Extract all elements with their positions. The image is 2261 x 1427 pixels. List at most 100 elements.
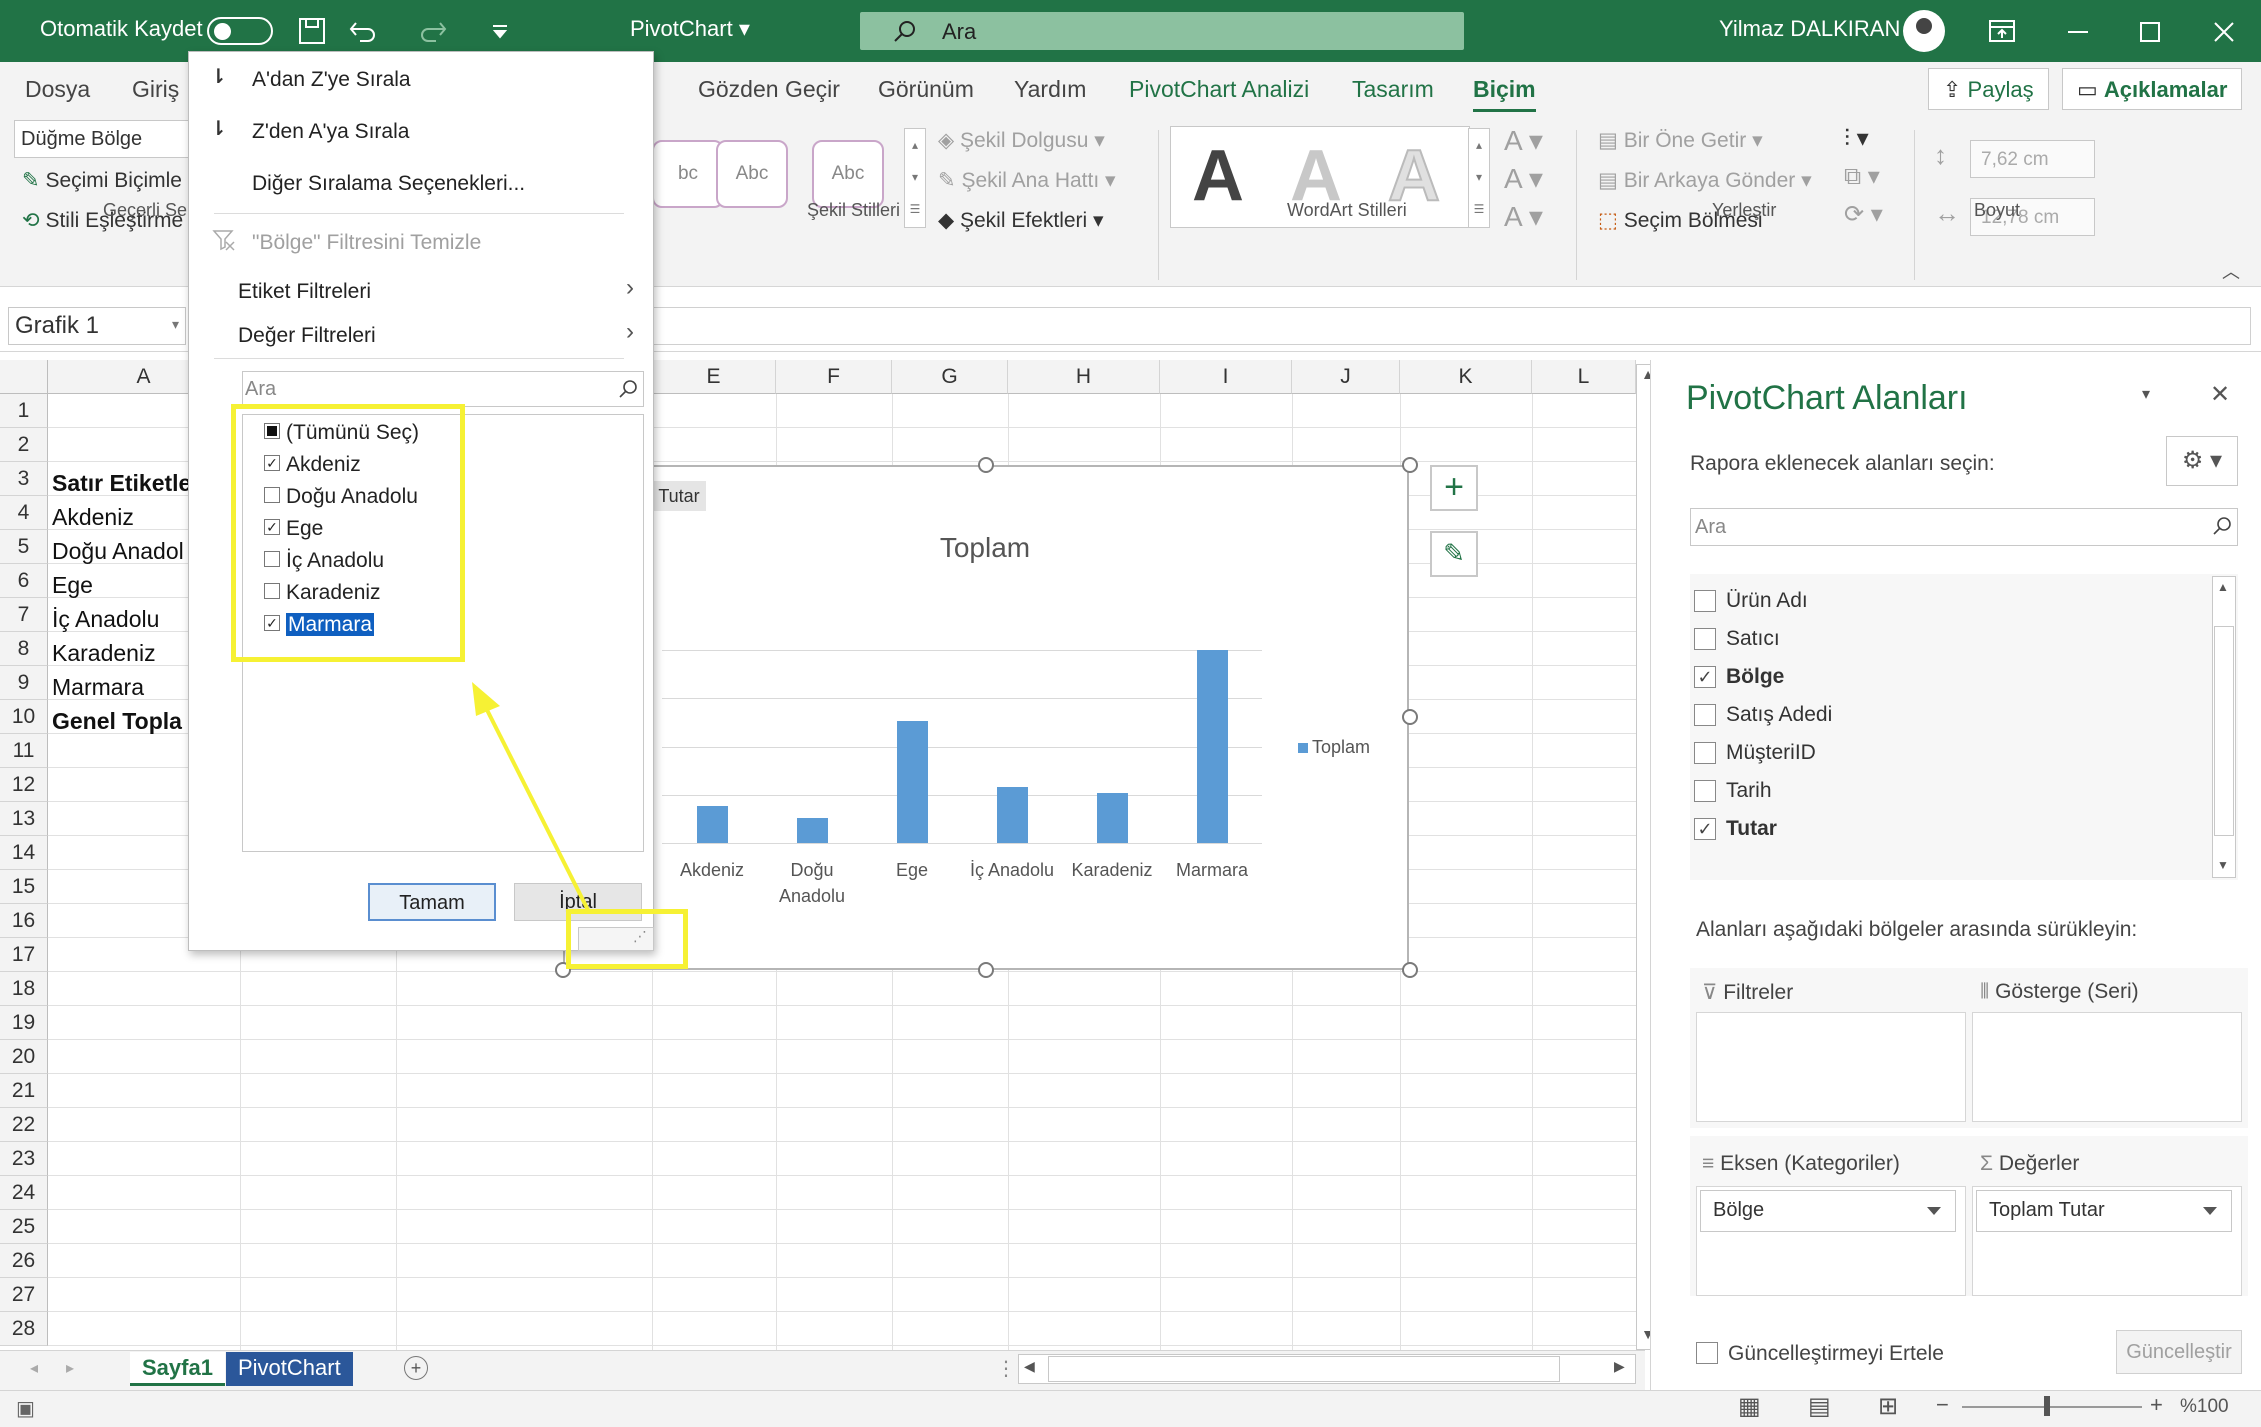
legend-drop-zone[interactable] [1972,1012,2242,1122]
row-header[interactable]: 10 [0,700,48,734]
send-backward-button[interactable]: ▤ Bir Arkaya Gönder ▾ [1598,168,1812,193]
zoom-slider[interactable] [1962,1406,2142,1408]
chart-bar[interactable] [996,787,1028,843]
zoom-level[interactable]: %100 [2180,1396,2229,1418]
resize-handle-bottom[interactable] [978,962,994,978]
zoom-in-icon[interactable]: + [2150,1392,2163,1418]
row-header[interactable]: 17 [0,938,48,972]
pane-options-icon[interactable]: ▾ [2142,384,2150,404]
row-header[interactable]: 23 [0,1142,48,1176]
shape-styles-scroll[interactable]: ▴ ▾ ☰ [904,128,926,228]
column-header-i[interactable]: I [1160,360,1292,394]
field-label[interactable]: Satıcı [1726,627,1780,651]
sheet-tab-sayfa1[interactable]: Sayfa1 [130,1352,225,1386]
field-label[interactable]: Ürün Adı [1726,589,1808,613]
height-input[interactable]: 7,62 cm [1970,140,2095,178]
avatar[interactable] [1903,10,1945,52]
zoom-slider-thumb[interactable] [2044,1396,2050,1416]
axis-field-bolge[interactable]: Bölge [1700,1190,1956,1232]
autosave-toggle[interactable] [207,17,273,45]
text-outline-button[interactable]: A ▾ [1504,162,1543,195]
shape-style-3[interactable]: Abc [812,140,884,208]
horizontal-scroll-thumb[interactable] [1048,1356,1560,1382]
tab-gozden-gecir[interactable]: Gözden Geçir [698,76,840,103]
row-header[interactable]: 19 [0,1006,48,1040]
shape-style-2[interactable]: Abc [716,140,788,208]
sort-za-item[interactable]: Z'den A'ya Sırala [252,120,409,144]
add-sheet-icon[interactable]: + [404,1356,428,1380]
undo-icon[interactable] [348,17,378,45]
field-checkbox[interactable] [1694,628,1716,650]
resize-handle-bottom-right[interactable] [1402,962,1418,978]
cell-a4[interactable]: Akdeniz [52,500,134,534]
row-header[interactable]: 1 [0,394,48,428]
field-checkbox[interactable]: ✓ [1694,666,1716,688]
macro-record-icon[interactable]: ▣ [16,1396,35,1421]
row-header[interactable]: 18 [0,972,48,1006]
share-button[interactable]: ⇪ Paylaş [1928,68,2049,110]
chart-bar[interactable] [796,817,828,843]
row-header[interactable]: 27 [0,1278,48,1312]
save-icon[interactable] [298,17,326,45]
row-header[interactable]: 4 [0,496,48,530]
split-handle-icon[interactable]: ⋮ [996,1356,1016,1381]
tab-giris[interactable]: Giriş [132,76,179,103]
field-checkbox[interactable]: ✓ [1694,818,1716,840]
pane-search-input[interactable]: Ara [1690,508,2238,546]
row-header[interactable]: 6 [0,564,48,598]
column-header-h[interactable]: H [1008,360,1160,394]
update-button[interactable]: Güncelleştir [2116,1330,2242,1374]
row-header[interactable]: 14 [0,836,48,870]
align-button[interactable]: ⫶ ▾ [1844,124,1869,153]
cell-a3[interactable]: Satır Etiketle [52,466,191,500]
chart-bar[interactable] [896,721,928,843]
wordart-style-1[interactable]: A [1170,128,1266,224]
select-all-corner[interactable] [0,360,48,394]
chart-styles-button[interactable]: ✎ [1430,531,1478,577]
field-checkbox[interactable] [1694,742,1716,764]
cell-a9[interactable]: Marmara [52,670,144,704]
row-header[interactable]: 11 [0,734,48,768]
column-header-g[interactable]: G [892,360,1008,394]
column-header-e[interactable]: E [652,360,776,394]
comments-button[interactable]: ▭ Açıklamalar [2062,68,2243,110]
cell-a6[interactable]: Ege [52,568,93,602]
column-header-k[interactable]: K [1400,360,1532,394]
label-filters-item[interactable]: Etiket Filtreleri [238,280,371,304]
row-header[interactable]: 20 [0,1040,48,1074]
filters-drop-zone[interactable] [1696,1012,1966,1122]
row-header[interactable]: 22 [0,1108,48,1142]
maximize-icon[interactable] [2138,20,2162,44]
value-filters-item[interactable]: Değer Filtreleri [238,324,376,348]
group-button[interactable]: ⧉ ▾ [1844,162,1880,191]
gear-icon[interactable]: ⚙ ▾ [2166,436,2238,486]
cell-a5[interactable]: Doğu Anadol [52,534,184,568]
chart-bar[interactable] [1096,792,1128,843]
scroll-right-icon[interactable]: ▶ [1614,1358,1625,1375]
shape-style-1[interactable]: bc [652,140,724,208]
tab-gorunum[interactable]: Görünüm [878,76,974,103]
field-label[interactable]: Satış Adedi [1726,703,1832,727]
ribbon-display-icon[interactable] [1988,18,2016,44]
pane-close-icon[interactable]: ✕ [2210,380,2230,409]
chart-field-button-tutar[interactable]: Tutar [652,481,706,511]
page-break-view-icon[interactable]: ⊞ [1878,1392,1898,1421]
field-label[interactable]: Bölge [1726,665,1784,689]
minimize-icon[interactable] [2066,20,2090,44]
chart-element-select[interactable]: Düğme Bölge [14,120,189,158]
row-header[interactable]: 25 [0,1210,48,1244]
chart-bar[interactable] [1196,650,1228,843]
cell-a8[interactable]: Karadeniz [52,636,156,670]
sort-az-item[interactable]: A'dan Z'ye Sırala [252,68,411,92]
row-header[interactable]: 24 [0,1176,48,1210]
field-label[interactable]: Tutar [1726,817,1777,841]
rotate-button[interactable]: ⟳ ▾ [1844,200,1883,229]
field-label[interactable]: Tarih [1726,779,1772,803]
tab-pivotchart-analizi[interactable]: PivotChart Analizi [1129,76,1309,103]
chart-bar[interactable] [696,806,728,843]
cell-a10[interactable]: Genel Topla [52,704,182,738]
redo-icon[interactable] [418,17,448,45]
shape-outline-button[interactable]: ✎ Şekil Ana Hattı ▾ [938,168,1116,193]
zoom-out-icon[interactable]: − [1936,1392,1949,1418]
scroll-left-icon[interactable]: ◀ [1024,1358,1035,1375]
